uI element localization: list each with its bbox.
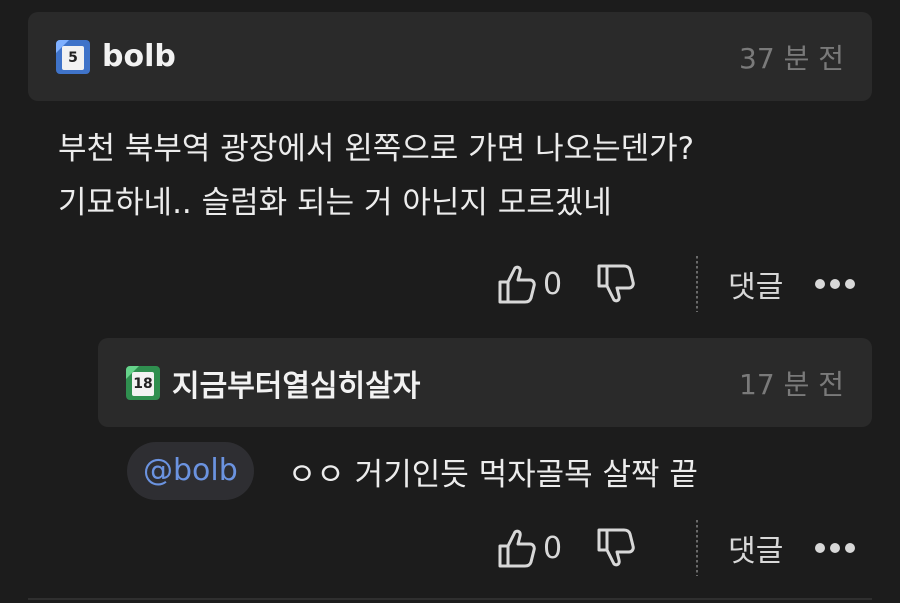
dislike-button[interactable] xyxy=(596,263,636,305)
level-badge-icon: 5 xyxy=(56,39,90,74)
like-count: 0 xyxy=(543,530,563,566)
level-badge-icon: 18 xyxy=(126,365,160,400)
divider xyxy=(28,598,872,600)
comment-text-line: 기묘하네.. 슬럼화 되는 거 아닌지 모르겠네 xyxy=(58,185,612,221)
reply-button[interactable]: 댓글 xyxy=(728,262,783,306)
divider xyxy=(696,520,699,576)
reply-username[interactable]: 지금부터열심히살자 xyxy=(172,361,420,405)
thumbs-up-icon xyxy=(498,529,536,568)
thumbs-down-icon xyxy=(597,264,635,303)
more-dots-icon[interactable] xyxy=(815,543,856,553)
mention-tag[interactable]: @bolb xyxy=(127,442,254,500)
comment-username[interactable]: bolb xyxy=(102,39,176,74)
comment-text-line: 부천 북부역 광장에서 왼쪽으로 가면 나오는덴가? xyxy=(58,131,695,167)
comment-actions: 0 댓글 xyxy=(497,256,856,312)
more-dots-icon[interactable] xyxy=(815,279,856,289)
comment-body: 부천 북부역 광장에서 왼쪽으로 가면 나오는덴가? 기묘하네.. 슬럼화 되는… xyxy=(58,122,858,230)
dislike-button[interactable] xyxy=(596,527,636,569)
like-count: 0 xyxy=(543,266,563,302)
reply-button[interactable]: 댓글 xyxy=(728,526,783,570)
comment-timestamp: 37 분 전 xyxy=(739,41,844,75)
reply-actions: 0 댓글 xyxy=(497,520,856,576)
reply-body: @bolb ㅇㅇ 거기인듯 먹자골목 살짝 끝 xyxy=(127,442,698,500)
thumbs-down-icon xyxy=(597,528,635,567)
like-button[interactable]: 0 xyxy=(497,527,562,569)
reply-header: 18 지금부터열심히살자 17 분 전 xyxy=(98,338,872,427)
reply-text: ㅇㅇ 거기인듯 먹자골목 살짝 끝 xyxy=(287,456,698,493)
reply-timestamp: 17 분 전 xyxy=(739,367,844,401)
comment-header: 5 bolb 37 분 전 xyxy=(28,12,872,101)
thumbs-up-icon xyxy=(498,265,536,304)
like-button[interactable]: 0 xyxy=(497,263,562,305)
divider xyxy=(696,256,699,312)
